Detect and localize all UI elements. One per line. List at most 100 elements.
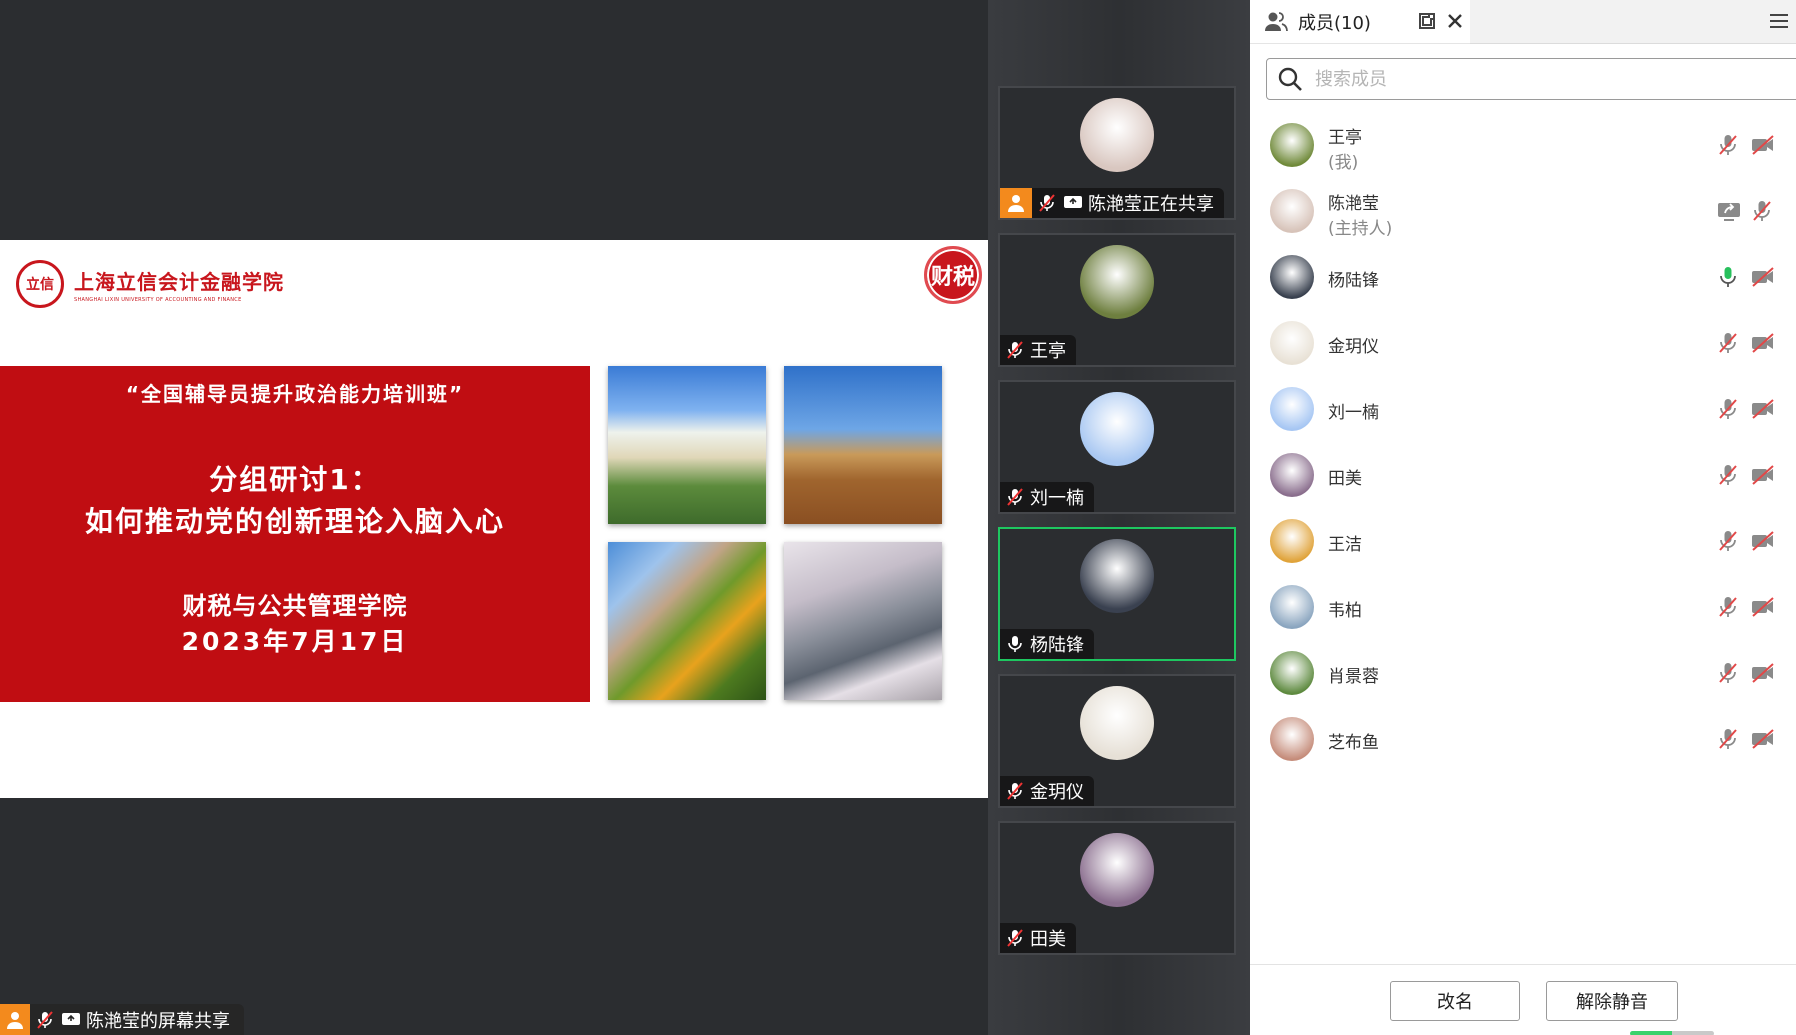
mic-muted-icon[interactable] [1716, 727, 1740, 751]
video-tile-label: 刘一楠 [1000, 482, 1094, 512]
video-tile-label: 田美 [1000, 923, 1076, 953]
video-tile[interactable]: 金玥仪 [998, 674, 1236, 808]
camera-off-icon[interactable] [1750, 133, 1776, 157]
member-row[interactable]: 肖景蓉 [1250, 640, 1796, 706]
person-icon [1000, 188, 1032, 218]
users-icon [1264, 10, 1288, 34]
university-seal: 立信 [16, 260, 64, 308]
camera-off-icon[interactable] [1750, 463, 1776, 487]
person-icon [0, 1004, 30, 1035]
mic-muted-icon[interactable] [1750, 199, 1776, 223]
camera-off-icon[interactable] [1750, 397, 1776, 421]
close-icon [1448, 14, 1462, 28]
member-avatar [1270, 321, 1314, 365]
mic-muted-icon [1004, 780, 1026, 802]
member-avatar [1270, 255, 1314, 299]
campus-photo-trees [608, 542, 766, 700]
audio-level-indicator [1630, 1031, 1714, 1035]
mic-muted-icon[interactable] [1716, 529, 1740, 553]
menu-button[interactable] [1768, 10, 1792, 34]
video-tile[interactable]: 田美 [998, 821, 1236, 955]
shared-slide: 立信 上海立信会计金融学院 SHANGHAI LIXIN UNIVERSITY … [0, 240, 988, 798]
member-name: 田美 [1328, 469, 1362, 489]
video-tile-label: 陈滟莹正在共享 [1000, 188, 1224, 218]
member-row[interactable]: 陈滟莹 (主持人) [1250, 178, 1796, 244]
member-row[interactable]: 刘一楠 [1250, 376, 1796, 442]
participant-avatar [1080, 98, 1154, 172]
members-panel-footer: 改名 解除静音 [1250, 964, 1796, 1035]
camera-off-icon[interactable] [1750, 661, 1776, 685]
close-button[interactable] [1444, 10, 1466, 32]
mic-muted-icon[interactable] [1716, 463, 1740, 487]
member-name: 金玥仪 [1328, 337, 1379, 357]
member-search-input[interactable] [1315, 68, 1775, 90]
member-name: 刘一楠 [1328, 403, 1379, 423]
camera-off-icon[interactable] [1750, 595, 1776, 619]
member-avatar [1270, 123, 1314, 167]
member-row[interactable]: 金玥仪 [1250, 310, 1796, 376]
member-row[interactable]: 王洁 [1250, 508, 1796, 574]
mic-muted-icon[interactable] [1716, 331, 1740, 355]
member-row[interactable]: 芝布鱼 [1250, 706, 1796, 772]
screen-share-text: 陈滟莹的屏幕共享 [86, 1010, 230, 1032]
university-seal-text: 立信 [26, 277, 54, 293]
mic-muted-icon [1004, 486, 1026, 508]
slide-course-title: “全国辅导员提升政治能力培训班” [125, 382, 465, 406]
mic-muted-icon [1036, 192, 1058, 214]
camera-off-icon[interactable] [1750, 265, 1776, 289]
video-tile-name: 陈滟莹正在共享 [1088, 194, 1214, 215]
mic-on-icon[interactable] [1716, 265, 1740, 289]
university-name: 上海立信会计金融学院 [74, 269, 284, 294]
member-avatar [1270, 651, 1314, 695]
screen-share-icon[interactable] [1716, 199, 1740, 223]
video-tile[interactable]: 陈滟莹正在共享 [998, 86, 1236, 220]
camera-off-icon[interactable] [1750, 529, 1776, 553]
mic-muted-icon [34, 1009, 56, 1031]
camera-off-icon[interactable] [1750, 331, 1776, 355]
video-tile-label: 王亭 [1000, 335, 1076, 365]
slide-college: 财税与公共管理学院 [182, 592, 408, 620]
video-tile[interactable]: 王亭 [998, 233, 1236, 367]
slide-date: 2023年7月17日 [181, 627, 409, 656]
mic-on-icon [1004, 633, 1026, 655]
member-avatar [1270, 585, 1314, 629]
meeting-window: 立信 上海立信会计金融学院 SHANGHAI LIXIN UNIVERSITY … [0, 0, 1796, 1035]
unmute-button[interactable]: 解除静音 [1546, 981, 1678, 1021]
video-tile[interactable]: 杨陆锋 [998, 527, 1236, 661]
participant-avatar [1080, 833, 1154, 907]
member-search-box[interactable] [1266, 58, 1796, 100]
member-row[interactable]: 王亭 (我) [1250, 112, 1796, 178]
popout-icon [1419, 13, 1435, 29]
college-seal-text: 财税 [930, 264, 975, 290]
mic-muted-icon[interactable] [1716, 397, 1740, 421]
university-name-en: SHANGHAI LIXIN UNIVERSITY OF ACCOUNTING … [74, 296, 242, 303]
member-avatar [1270, 387, 1314, 431]
participant-avatar [1080, 392, 1154, 466]
campus-photo-building [608, 366, 766, 524]
video-tile-name: 刘一楠 [1030, 488, 1084, 509]
member-row[interactable]: 韦柏 [1250, 574, 1796, 640]
member-name: 肖景蓉 [1328, 667, 1379, 687]
video-tile-label: 杨陆锋 [1000, 629, 1094, 659]
video-tile-name: 金玥仪 [1030, 782, 1084, 803]
mic-muted-icon[interactable] [1716, 661, 1740, 685]
member-avatar [1270, 453, 1314, 497]
video-tile-name: 王亭 [1030, 341, 1066, 362]
members-panel-title: 成员(10) [1298, 12, 1371, 34]
rename-button[interactable]: 改名 [1390, 981, 1520, 1021]
mic-muted-icon[interactable] [1716, 133, 1740, 157]
mic-muted-icon [1004, 339, 1026, 361]
mic-muted-icon[interactable] [1716, 595, 1740, 619]
video-tile[interactable]: 刘一楠 [998, 380, 1236, 514]
member-avatar [1270, 189, 1314, 233]
member-avatar [1270, 717, 1314, 761]
popout-button[interactable] [1416, 10, 1438, 32]
member-name: 芝布鱼 [1328, 733, 1379, 753]
video-tile-name: 杨陆锋 [1030, 635, 1084, 656]
member-row[interactable]: 杨陆锋 [1250, 244, 1796, 310]
slide-topic-title: 如何推动党的创新理论入脑入心 [84, 505, 505, 538]
screen-share-label: 陈滟莹的屏幕共享 [0, 1004, 244, 1035]
mic-muted-icon [1004, 927, 1026, 949]
member-row[interactable]: 田美 [1250, 442, 1796, 508]
camera-off-icon[interactable] [1750, 727, 1776, 751]
